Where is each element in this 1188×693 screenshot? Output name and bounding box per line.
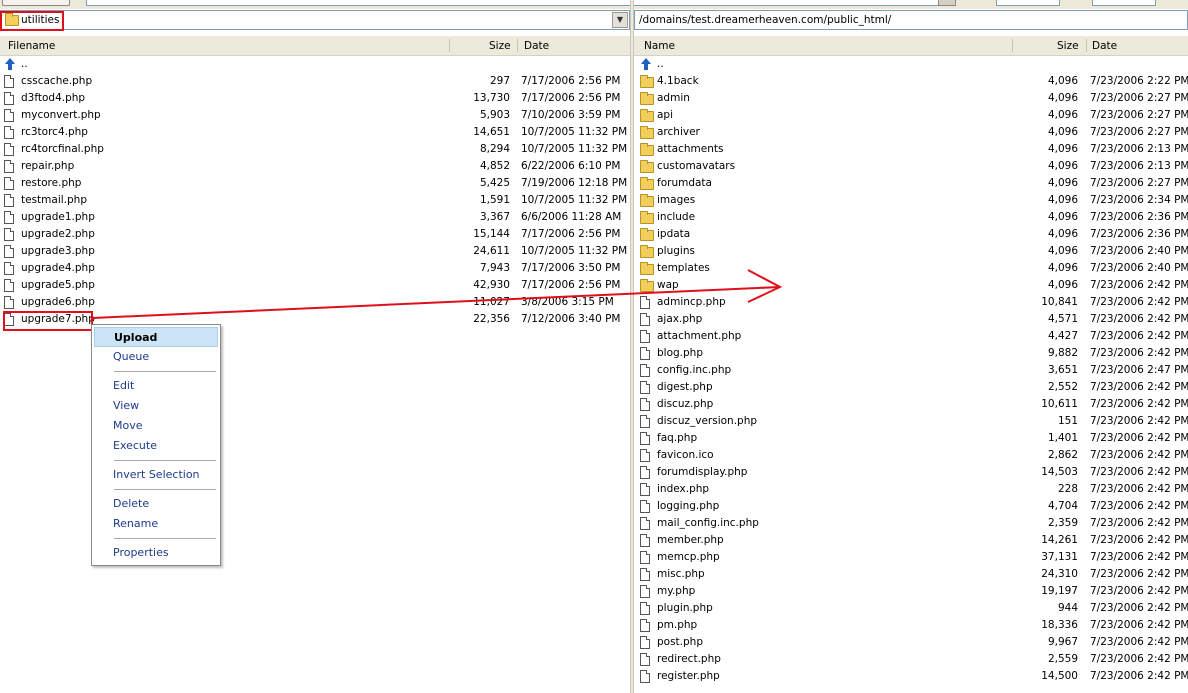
menu-item-move[interactable]: Move xyxy=(94,416,218,436)
menu-item-properties[interactable]: Properties xyxy=(94,543,218,563)
menu-item-rename[interactable]: Rename xyxy=(94,514,218,534)
menu-separator xyxy=(114,460,216,461)
menu-item-delete[interactable]: Delete xyxy=(94,494,218,514)
menu-item-view[interactable]: View xyxy=(94,396,218,416)
menu-item-upload[interactable]: Upload xyxy=(94,327,218,347)
context-menu: Upload Queue Edit View Move Execute Invert Sel… xyxy=(91,324,221,566)
menu-item-queue[interactable]: Queue xyxy=(94,347,218,367)
menu-item-invert-selection[interactable]: Invert Selection xyxy=(94,465,218,485)
menu-separator xyxy=(114,371,216,372)
menu-item-edit[interactable]: Edit xyxy=(94,376,218,396)
menu-separator xyxy=(114,538,216,539)
menu-separator xyxy=(114,489,216,490)
menu-item-execute[interactable]: Execute xyxy=(94,436,218,456)
